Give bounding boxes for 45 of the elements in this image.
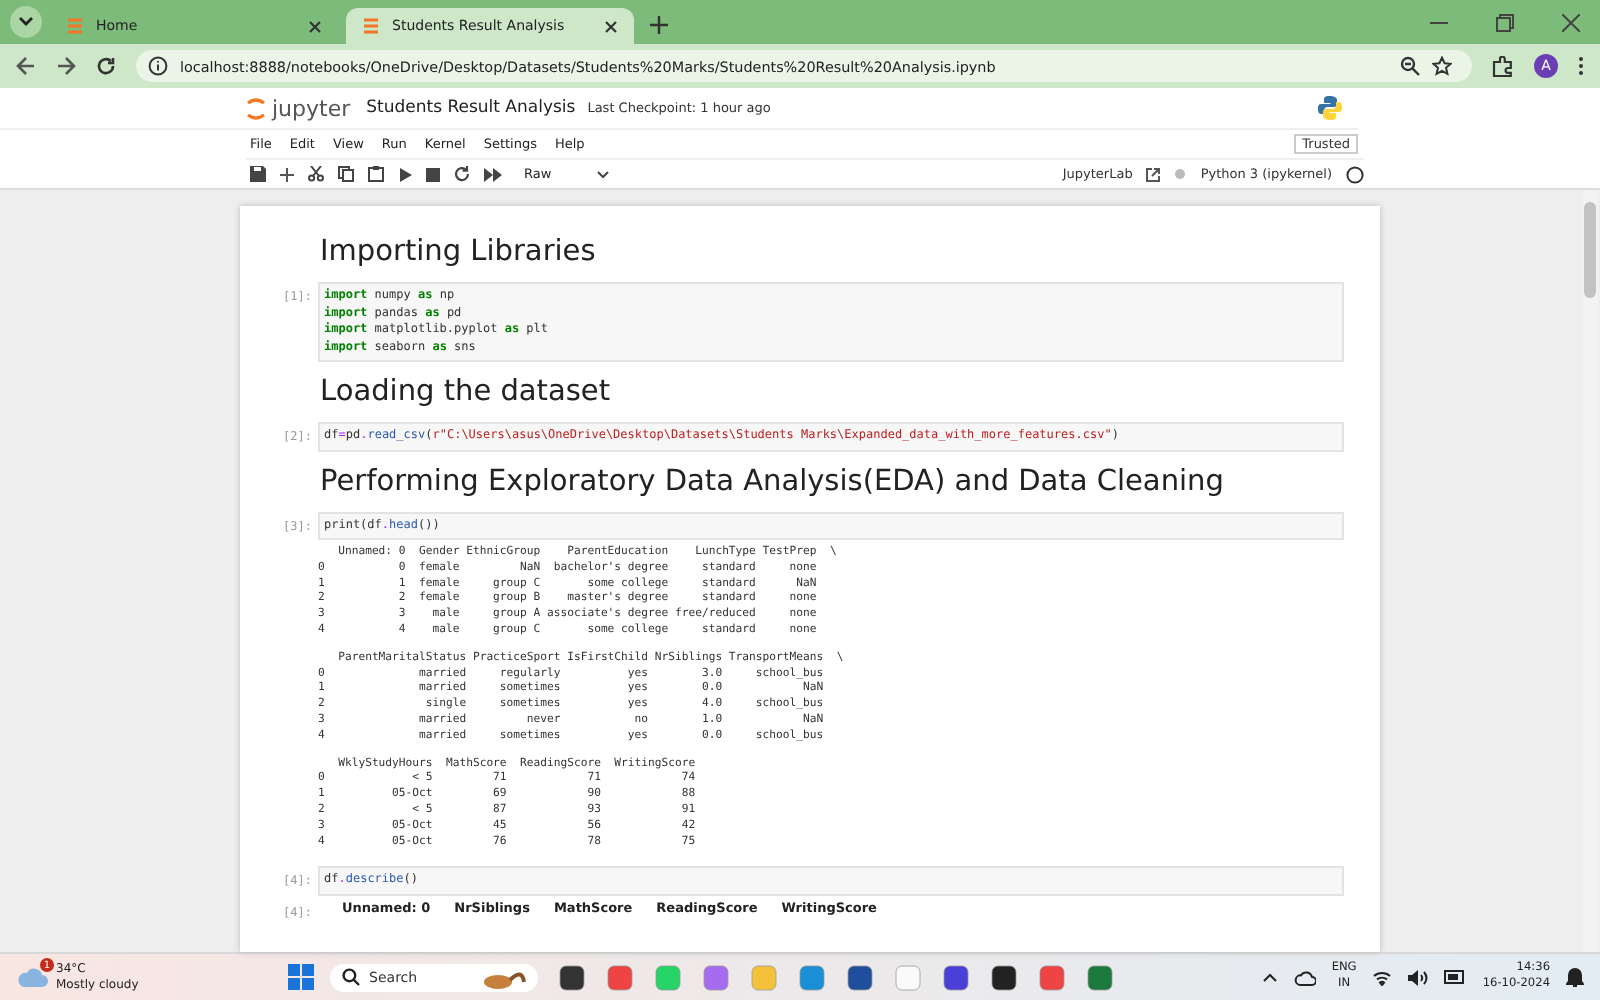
cloud-icon bbox=[16, 966, 48, 988]
jupyter-logo-icon[interactable] bbox=[246, 95, 266, 121]
kernel-status-icon bbox=[1346, 165, 1364, 183]
section-heading: Loading the dataset bbox=[320, 376, 613, 410]
chevron-down-icon bbox=[595, 169, 610, 179]
restore-icon[interactable] bbox=[1496, 14, 1514, 32]
copy-icon[interactable] bbox=[338, 166, 354, 182]
wifi-icon[interactable] bbox=[1372, 969, 1393, 985]
plus-icon[interactable] bbox=[650, 16, 668, 34]
notebook-icon bbox=[362, 16, 380, 36]
bell-icon[interactable] bbox=[1566, 967, 1585, 987]
section-heading: Performing Exploratory Data Analysis(EDA) and Data Cleaning bbox=[320, 465, 1226, 499]
star-icon[interactable] bbox=[1432, 56, 1452, 76]
chevron-up-icon[interactable] bbox=[1261, 972, 1278, 982]
section-heading: Importing Libraries bbox=[320, 236, 598, 270]
more-icon[interactable] bbox=[1578, 56, 1584, 76]
search-icon bbox=[341, 968, 360, 986]
close-icon[interactable] bbox=[308, 19, 322, 33]
plus-icon[interactable] bbox=[280, 167, 294, 181]
close-icon[interactable] bbox=[604, 19, 618, 33]
windows-start-icon[interactable] bbox=[287, 964, 314, 990]
external-link-icon[interactable] bbox=[1146, 167, 1161, 181]
close-icon[interactable] bbox=[1562, 14, 1580, 32]
back-arrow-icon[interactable] bbox=[16, 56, 36, 76]
cloud-outline-icon[interactable] bbox=[1293, 969, 1316, 985]
restart-icon[interactable] bbox=[454, 166, 470, 182]
stop-icon[interactable] bbox=[426, 167, 440, 181]
notebook-icon bbox=[66, 16, 84, 36]
tab-list-button[interactable] bbox=[10, 6, 42, 38]
save-icon[interactable] bbox=[250, 166, 266, 182]
play-icon[interactable] bbox=[398, 167, 412, 181]
scissors-icon[interactable] bbox=[308, 166, 324, 182]
site-info-icon[interactable] bbox=[148, 56, 168, 76]
speaker-icon[interactable] bbox=[1408, 969, 1429, 985]
clipboard-icon[interactable] bbox=[368, 166, 384, 182]
jupyter-logo-text[interactable]: jupyter bbox=[272, 95, 351, 121]
puzzle-icon[interactable] bbox=[1492, 55, 1514, 77]
forward-arrow-icon[interactable] bbox=[56, 56, 76, 76]
python-logo-icon bbox=[1316, 94, 1344, 122]
fast-forward-icon[interactable] bbox=[484, 167, 502, 181]
battery-icon[interactable] bbox=[1444, 970, 1467, 984]
reload-icon[interactable] bbox=[96, 56, 116, 76]
notebook-title[interactable]: Students Result Analysis bbox=[366, 98, 576, 118]
zoom-icon[interactable] bbox=[1400, 56, 1420, 76]
chevron-down-icon bbox=[18, 16, 34, 28]
